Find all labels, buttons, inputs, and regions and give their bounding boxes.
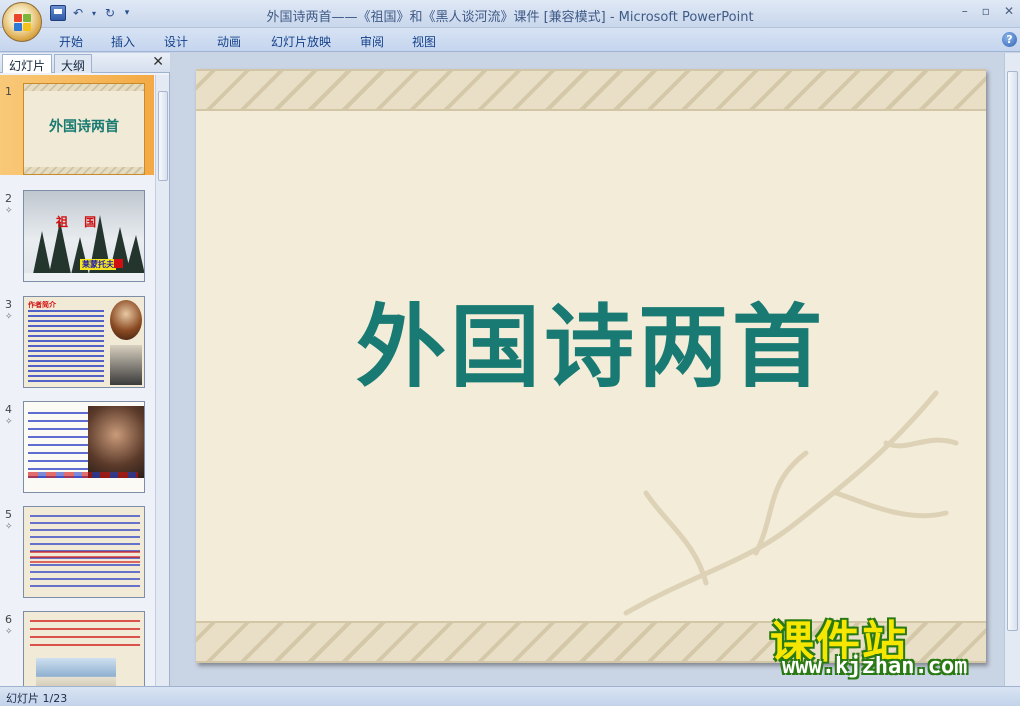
watermark: 课件站 www.kjzhan.com <box>770 606 1010 686</box>
slide-thumb-row[interactable]: 4 ✧ <box>0 393 154 493</box>
current-slide[interactable]: 外国诗两首 <box>196 69 986 663</box>
title-bar: 外国诗两首——《祖国》和《黑人谈河流》课件 [兼容模式] - Microsoft… <box>0 0 1020 28</box>
slide-thumb[interactable] <box>23 401 145 493</box>
thumb-author: 莱蒙托夫 <box>80 259 116 270</box>
slide-title[interactable]: 外国诗两首 <box>196 274 986 404</box>
slide-thumb[interactable]: 祖 国 莱蒙托夫 <box>23 190 145 282</box>
slide-thumb[interactable] <box>23 611 145 686</box>
customize-toolbar-icon[interactable]: ▾ <box>122 5 132 21</box>
portrait-image <box>110 300 142 340</box>
watermark-url: www.kjzhan.com <box>782 654 968 679</box>
tab-animations[interactable]: 动画 <box>217 33 241 50</box>
building-image <box>36 658 116 686</box>
quick-access-toolbar: ↶ ▾ ↻ ▾ <box>50 5 132 21</box>
slide-number: 4 <box>5 403 12 416</box>
thumb-title: 祖 国 <box>56 215 103 229</box>
thumb-text-lines <box>30 620 140 646</box>
tab-home[interactable]: 开始 <box>59 33 83 50</box>
office-button[interactable] <box>2 2 42 42</box>
ribbon-tabs: 开始 插入 设计 动画 幻灯片放映 审阅 视图 ? <box>0 28 1020 52</box>
slide-number: 1 <box>5 85 12 98</box>
tab-insert[interactable]: 插入 <box>111 33 135 50</box>
minimize-icon[interactable]: – <box>962 4 968 18</box>
thumb-border-band <box>24 84 144 91</box>
tab-slideshow[interactable]: 幻灯片放映 <box>271 33 331 50</box>
thumb-marker <box>114 259 123 268</box>
animation-icon: ✧ <box>5 206 13 216</box>
scrollbar-thumb[interactable] <box>1007 71 1018 631</box>
thumb-text-lines <box>28 310 104 382</box>
close-icon[interactable]: ✕ <box>1004 4 1014 18</box>
redo-icon[interactable]: ↻ <box>102 5 118 21</box>
window-controls: – ▫ ✕ <box>962 4 1014 18</box>
slide-thumb-row[interactable]: 1 外国诗两首 <box>0 75 154 175</box>
slide-workspace: 外国诗两首 <box>172 53 1004 686</box>
animation-icon: ✧ <box>5 417 13 427</box>
status-bar: 幻灯片 1/23 <box>0 686 1020 706</box>
portrait-image <box>88 406 144 478</box>
window-title: 外国诗两首——《祖国》和《黑人谈河流》课件 [兼容模式] - Microsoft… <box>266 10 754 25</box>
slide-thumb-row[interactable]: 5 ✧ <box>0 498 154 598</box>
restore-icon[interactable]: ▫ <box>982 4 990 18</box>
close-panel-icon[interactable]: ✕ <box>152 54 164 70</box>
undo-dropdown-icon[interactable]: ▾ <box>90 5 98 21</box>
branch-decoration <box>623 390 959 616</box>
office-logo-icon <box>14 14 32 32</box>
slide-counter: 幻灯片 1/23 <box>6 692 68 705</box>
slide-border-top <box>196 69 986 111</box>
panel-tabs: 幻灯片 大纲 ✕ <box>0 53 170 73</box>
slide-number: 3 <box>5 298 12 311</box>
slide-thumbnails: 1 外国诗两首 2 ✧ 祖 国 莱蒙托夫 3 ✧ 作者简介 4 ✧ 5 ✧ 6 … <box>0 75 154 686</box>
slide-thumb-row[interactable]: 2 ✧ 祖 国 莱蒙托夫 <box>0 182 154 282</box>
thumb-title: 作者简介 <box>28 301 56 309</box>
tab-view[interactable]: 视图 <box>412 33 436 50</box>
animation-icon: ✧ <box>5 522 13 532</box>
slide-thumb-row[interactable]: 3 ✧ 作者简介 <box>0 288 154 388</box>
tab-design[interactable]: 设计 <box>164 33 188 50</box>
slide-number: 6 <box>5 613 12 626</box>
animation-icon: ✧ <box>5 312 13 322</box>
slide-thumb[interactable]: 外国诗两首 <box>23 83 145 175</box>
undo-icon[interactable]: ↶ <box>70 5 86 21</box>
tab-outline[interactable]: 大纲 <box>54 54 93 73</box>
slide-scrollbar[interactable] <box>1004 53 1020 686</box>
help-icon[interactable]: ? <box>1002 32 1017 47</box>
slide-thumb[interactable]: 作者简介 <box>23 296 145 388</box>
slide-thumb-row[interactable]: 6 ✧ <box>0 603 154 686</box>
save-icon[interactable] <box>50 5 66 21</box>
thumb-title: 外国诗两首 <box>49 119 119 135</box>
slide-number: 2 <box>5 192 12 205</box>
thumb-text-lines <box>30 551 140 565</box>
tab-review[interactable]: 审阅 <box>360 33 384 50</box>
slide-thumb[interactable] <box>23 506 145 598</box>
slides-panel: 幻灯片 大纲 ✕ 1 外国诗两首 2 ✧ 祖 国 莱蒙托夫 3 ✧ 作者简介 4… <box>0 53 170 686</box>
thumb-border-band <box>24 167 144 174</box>
tab-slides[interactable]: 幻灯片 <box>2 54 53 73</box>
slide-number: 5 <box>5 508 12 521</box>
thumbnail-scrollbar[interactable] <box>155 75 169 686</box>
animation-icon: ✧ <box>5 627 13 637</box>
scrollbar-thumb[interactable] <box>158 91 168 181</box>
portrait-image <box>110 345 142 385</box>
thumb-text-lines <box>28 472 138 478</box>
